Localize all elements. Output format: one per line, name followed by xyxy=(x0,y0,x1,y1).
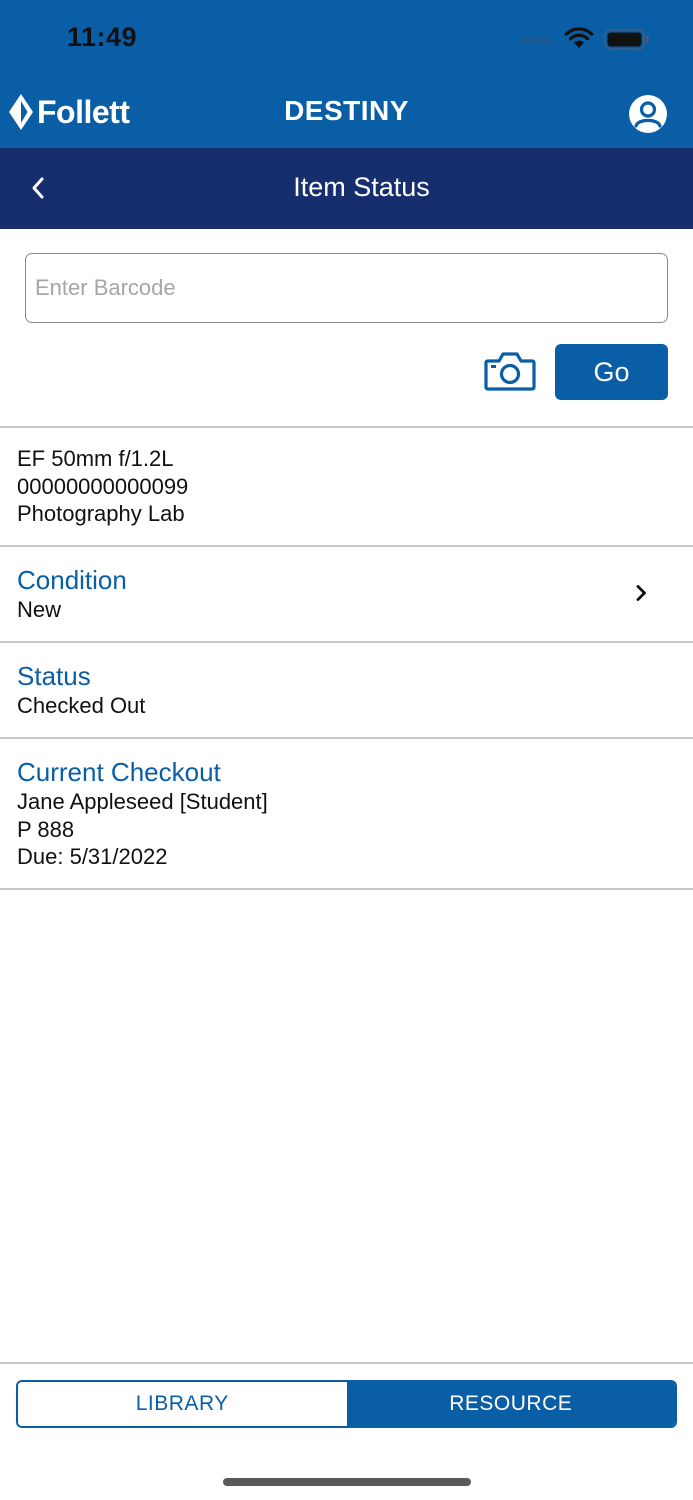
cellular-signal-icon xyxy=(522,38,556,44)
divider xyxy=(0,641,693,643)
app-header: 11:49 Follett DESTINY xyxy=(0,0,693,148)
camera-icon[interactable] xyxy=(484,350,536,392)
navigation-bar: Item Status xyxy=(0,148,693,229)
divider xyxy=(0,426,693,428)
page-title: Item Status xyxy=(293,172,430,202)
checkout-patron-id: P 888 xyxy=(17,817,75,842)
checkout-due-date: Due: 5/31/2022 xyxy=(17,844,168,869)
mode-segmented-control: LIBRARY RESOURCE xyxy=(16,1380,677,1428)
tab-resource[interactable]: RESOURCE xyxy=(346,1382,675,1426)
item-location: Photography Lab xyxy=(17,501,185,526)
condition-label: Condition xyxy=(17,565,127,595)
account-icon[interactable] xyxy=(628,94,668,134)
status-value: Checked Out xyxy=(17,693,146,718)
wifi-icon xyxy=(564,27,594,48)
condition-row[interactable]: Condition New xyxy=(0,547,693,641)
chevron-right-icon xyxy=(636,585,646,601)
tab-library[interactable]: LIBRARY xyxy=(18,1382,347,1426)
battery-icon xyxy=(604,29,649,50)
divider xyxy=(0,888,693,890)
go-button[interactable]: Go xyxy=(555,344,668,400)
home-indicator xyxy=(223,1478,471,1486)
app-title: DESTINY xyxy=(284,95,409,126)
condition-value: New xyxy=(17,597,62,622)
checkout-label: Current Checkout xyxy=(17,757,221,787)
checkout-patron: Jane Appleseed [Student] xyxy=(17,789,268,814)
barcode-input[interactable] xyxy=(25,253,668,323)
divider xyxy=(0,737,693,739)
item-barcode: 00000000000099 xyxy=(17,474,189,499)
status-time: 11:49 xyxy=(67,22,138,52)
item-name: EF 50mm f/1.2L xyxy=(17,446,174,471)
tabbar-divider xyxy=(0,1362,693,1364)
status-label: Status xyxy=(17,661,91,691)
